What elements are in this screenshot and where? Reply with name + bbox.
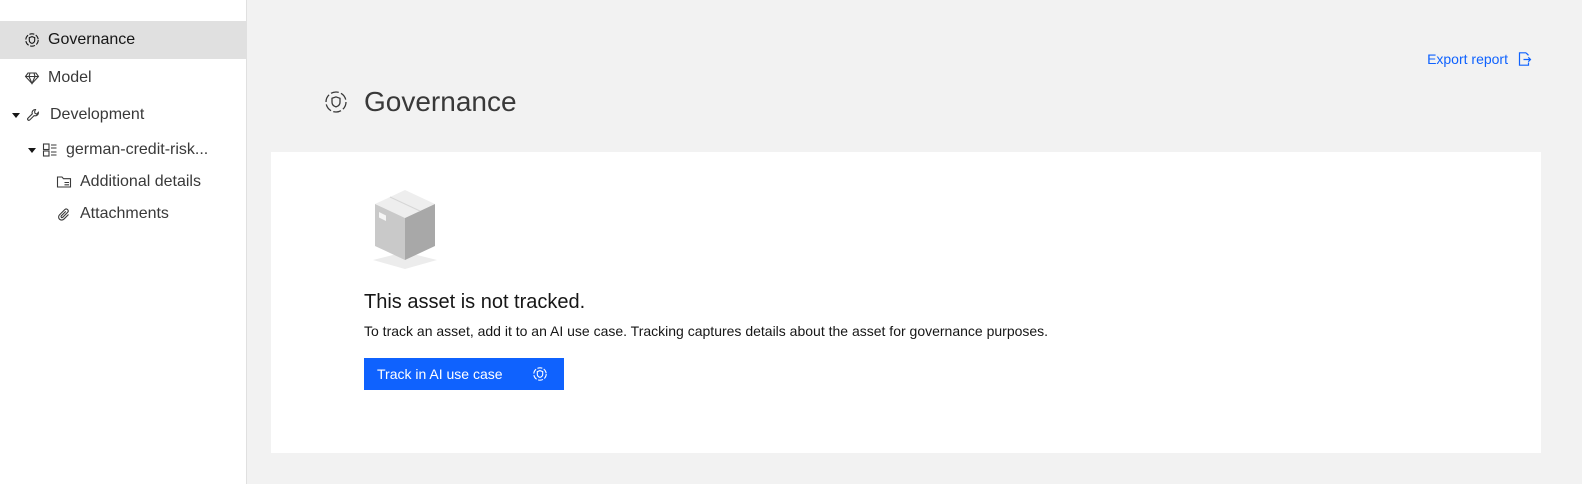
wrench-icon [26, 107, 42, 123]
model-asset-icon [42, 142, 58, 158]
export-report-link[interactable]: Export report [1427, 51, 1532, 67]
sidebar-item-model[interactable]: Model [0, 59, 246, 97]
sidebar-item-label: Model [48, 69, 92, 86]
sidebar-item-label: Attachments [80, 204, 169, 222]
governance-icon [24, 32, 40, 48]
governance-icon [533, 367, 547, 381]
sidebar-item-label: Additional details [80, 173, 201, 190]
sidebar: Governance Model Development german-cred… [0, 0, 247, 484]
sidebar-item-additional-details[interactable]: Additional details [0, 167, 246, 197]
chevron-down-icon[interactable] [28, 147, 36, 153]
chevron-down-icon[interactable] [12, 112, 20, 118]
sidebar-item-label: german-credit-risk... [66, 141, 209, 158]
export-report-label: Export report [1427, 51, 1508, 67]
sidebar-item-development[interactable]: Development [0, 97, 246, 133]
diamond-icon [24, 70, 40, 86]
sidebar-item-label: Governance [48, 31, 136, 48]
empty-state-card: This asset is not tracked. To track an a… [271, 152, 1541, 453]
governance-icon [325, 91, 347, 113]
paperclip-icon [56, 206, 72, 222]
track-in-ai-use-case-button[interactable]: Track in AI use case [364, 358, 564, 390]
empty-state-description: To track an asset, add it to an AI use c… [364, 323, 1049, 339]
sidebar-item-german-credit-risk[interactable]: german-credit-risk... [0, 133, 246, 167]
sidebar-item-governance[interactable]: Governance [0, 21, 246, 59]
page-header: Governance [324, 86, 517, 118]
empty-state-title: This asset is not tracked. [364, 291, 586, 313]
track-button-label: Track in AI use case [377, 366, 503, 382]
sidebar-item-label: Development [50, 106, 145, 123]
main-content: Export report Governance This asset is n… [247, 0, 1582, 484]
box-illustration [373, 190, 437, 269]
page-title: Governance [364, 86, 517, 117]
export-icon [1518, 52, 1532, 66]
sidebar-item-attachments[interactable]: Attachments [0, 198, 246, 229]
folder-details-icon [56, 174, 72, 190]
